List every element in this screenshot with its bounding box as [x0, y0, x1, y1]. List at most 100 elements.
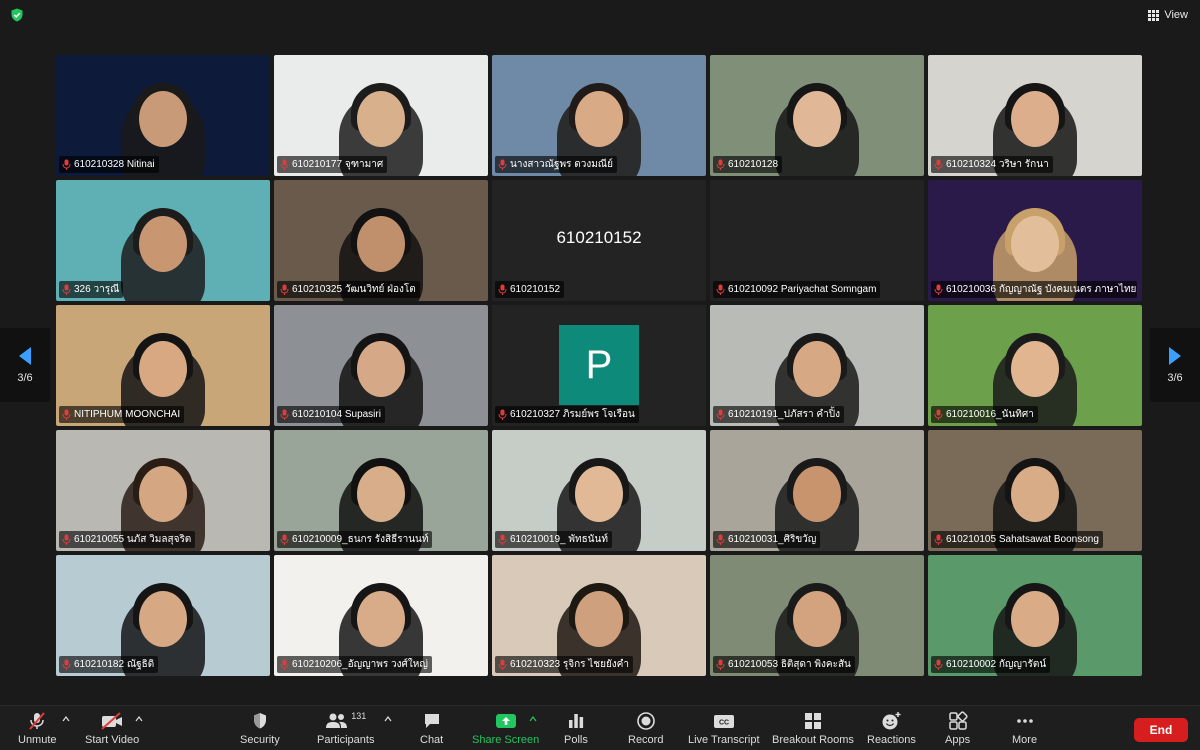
participant-name: 610210191_ปภัสรา คำปิ้ง [728, 409, 840, 420]
muted-mic-icon [934, 534, 943, 545]
record-button[interactable]: Record [628, 711, 663, 746]
participant-face [139, 591, 187, 647]
participant-name: 610210016_นันทิศา [946, 409, 1034, 420]
video-tile[interactable]: 610210036 กัญญาณัฐ บังคมเนตร ภาษาไทย [928, 180, 1142, 301]
apps-icon [948, 711, 968, 730]
video-tile[interactable]: 610210104 Supasiri [274, 305, 488, 426]
participant-name-label: 610210191_ปภัสรา คำปิ้ง [713, 406, 844, 423]
share-options-caret-icon[interactable] [529, 716, 537, 722]
view-button[interactable]: View [1148, 6, 1188, 24]
participant-name-label: 610210105 Sahatsawat Boonsong [931, 531, 1103, 548]
video-camera-off-icon [101, 712, 123, 730]
participants-button[interactable]: 131 Participants [317, 711, 374, 746]
video-tile[interactable]: 610210002 กัญญารัตน์ [928, 555, 1142, 676]
video-tile[interactable]: 610210328 Nitinai [56, 55, 270, 176]
smiley-plus-icon [882, 712, 901, 730]
apps-label: Apps [945, 734, 971, 746]
video-tile[interactable]: NITIPHUM MOONCHAI [56, 305, 270, 426]
participant-name: 610210053 ธิติสุดา พิงคะสัน [728, 659, 851, 670]
unmute-button[interactable]: Unmute [18, 711, 57, 746]
video-tile[interactable]: 610210019_ พัทธนันท์ [492, 430, 706, 551]
participant-name-label: 610210053 ธิติสุดา พิงคะสัน [713, 656, 855, 673]
participant-name: 610210128 [728, 159, 779, 170]
more-button[interactable]: More [1012, 711, 1037, 746]
video-tile[interactable]: 610210152 610210152 [492, 180, 706, 301]
video-tile[interactable]: 610210324 วริษา รักนา [928, 55, 1142, 176]
muted-mic-icon [498, 284, 507, 295]
more-dots-icon [1016, 719, 1033, 723]
end-meeting-button[interactable]: End [1134, 718, 1188, 742]
participants-options-caret-icon[interactable] [384, 716, 392, 722]
security-button[interactable]: Security [240, 711, 280, 746]
muted-mic-icon [280, 409, 289, 420]
muted-mic-icon [934, 284, 943, 295]
reactions-button[interactable]: Reactions [867, 711, 916, 746]
apps-button[interactable]: Apps [945, 711, 970, 746]
video-tile[interactable]: P 610210327 ภิรมย์พร โจเรือน [492, 305, 706, 426]
video-tile[interactable]: 610210053 ธิติสุดา พิงคะสัน [710, 555, 924, 676]
video-options-caret-icon[interactable] [135, 716, 143, 722]
video-tile[interactable]: 610210323 รุจิกร ไชยยังคำ [492, 555, 706, 676]
gallery-grid: 610210328 Nitinai 610210177 จุฑามาศ นางสาว… [56, 55, 1144, 676]
participant-name-label: 610210325 วัฒนวิทย์ ฝ่องโต [277, 281, 420, 298]
video-tile[interactable]: 610210182 ณัฐธิดิ [56, 555, 270, 676]
participants-count: 131 [351, 711, 367, 721]
previous-page-button[interactable]: 3/6 [0, 328, 50, 402]
grid-view-icon [1148, 9, 1160, 21]
participant-face [357, 91, 405, 147]
next-page-button[interactable]: 3/6 [1150, 328, 1200, 402]
record-icon [636, 712, 655, 730]
participant-face [1011, 466, 1059, 522]
video-tile[interactable]: 326 วารุณี [56, 180, 270, 301]
participant-name: 610210182 ณัฐธิดิ [74, 659, 155, 670]
participant-face [1011, 591, 1059, 647]
video-tile[interactable]: 610210325 วัฒนวิทย์ ฝ่องโต [274, 180, 488, 301]
muted-mic-icon [716, 409, 725, 420]
participant-face [793, 591, 841, 647]
video-tile[interactable]: 610210055 นภัส วิมลสุจริต [56, 430, 270, 551]
participant-name: 610210206_อัญญาพร วงศ์ใหญ่ [292, 659, 428, 670]
participant-face [357, 341, 405, 397]
breakout-rooms-button[interactable]: Breakout Rooms [772, 711, 854, 746]
chat-button[interactable]: Chat [420, 711, 443, 746]
participant-name-label: 610210328 Nitinai [59, 156, 159, 173]
view-label: View [1164, 9, 1188, 21]
video-tile[interactable]: 610210191_ปภัสรา คำปิ้ง [710, 305, 924, 426]
video-tile[interactable]: 610210128 [710, 55, 924, 176]
video-tile[interactable]: 610210009_ธนกร รังสิธีรานนท์ [274, 430, 488, 551]
start-video-button[interactable]: Start Video [85, 711, 139, 746]
participant-name-label: 610210055 นภัส วิมลสุจริต [59, 531, 196, 548]
video-tile[interactable]: 610210031_ศิริขวัญ [710, 430, 924, 551]
participant-face [357, 591, 405, 647]
polls-button[interactable]: Polls [564, 711, 588, 746]
participant-name: NITIPHUM MOONCHAI [74, 409, 181, 420]
page-indicator-left: 3/6 [17, 372, 33, 384]
closed-caption-icon: CC [713, 715, 734, 728]
participant-name: นางสาวณัฐพร ดวงมณีย์ [510, 159, 613, 170]
muted-mic-icon [280, 284, 289, 295]
video-tile[interactable]: 610210016_นันทิศา [928, 305, 1142, 426]
muted-mic-icon [280, 534, 289, 545]
security-shield-icon [253, 713, 266, 729]
video-tile[interactable]: 610210206_อัญญาพร วงศ์ใหญ่ [274, 555, 488, 676]
participant-name: 610210092 Pariyachat Somngam [728, 284, 877, 295]
participant-face [1011, 216, 1059, 272]
participant-face [357, 466, 405, 522]
participant-name-label: 610210128 [713, 156, 783, 173]
video-tile[interactable]: 610210105 Sahatsawat Boonsong [928, 430, 1142, 551]
audio-options-caret-icon[interactable] [62, 716, 70, 722]
participant-name: 610210105 Sahatsawat Boonsong [946, 534, 1099, 545]
participant-name-label: 610210092 Pariyachat Somngam [713, 281, 881, 298]
muted-mic-icon [716, 659, 725, 670]
live-transcript-label: Live Transcript [688, 734, 760, 746]
live-transcript-button[interactable]: CC Live Transcript [688, 711, 760, 746]
participant-name: 610210324 วริษา รักนา [946, 159, 1049, 170]
video-tile[interactable]: นางสาวณัฐพร ดวงมณีย์ [492, 55, 706, 176]
page-indicator-right: 3/6 [1167, 372, 1183, 384]
video-tile[interactable]: 610210092 Pariyachat Somngam [710, 180, 924, 301]
shield-check-icon[interactable] [10, 8, 24, 22]
participant-name-label: 610210016_นันทิศา [931, 406, 1038, 423]
video-tile[interactable]: 610210177 จุฑามาศ [274, 55, 488, 176]
participant-face [793, 91, 841, 147]
muted-mic-icon [62, 534, 71, 545]
